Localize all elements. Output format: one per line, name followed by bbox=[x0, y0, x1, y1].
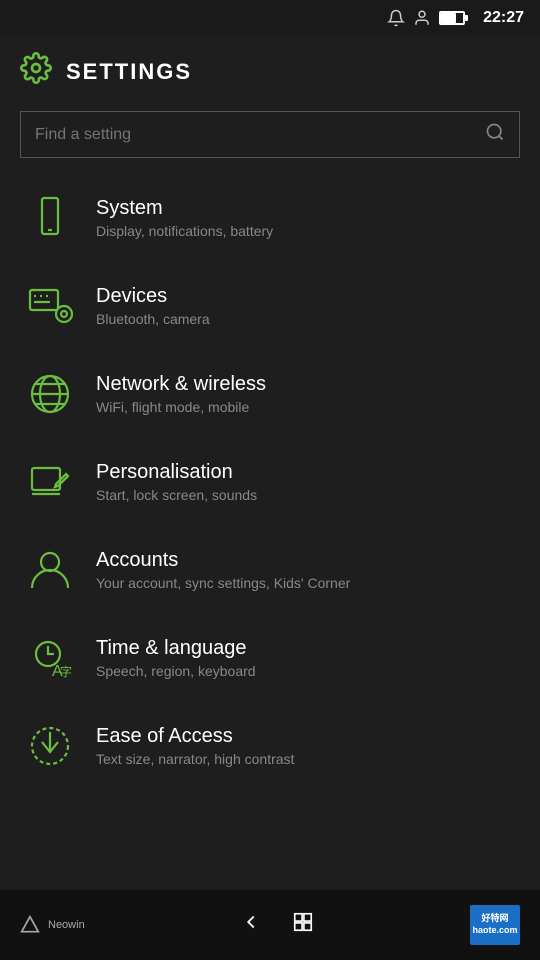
network-title: Network & wireless bbox=[96, 373, 266, 396]
ease-of-access-text: Ease of Access Text size, narrator, high… bbox=[96, 725, 294, 767]
notification-icon bbox=[387, 9, 405, 27]
search-container bbox=[0, 103, 540, 174]
ease-of-access-title: Ease of Access bbox=[96, 725, 294, 748]
settings-item-network[interactable]: Network & wireless WiFi, flight mode, mo… bbox=[0, 350, 540, 438]
accounts-title: Accounts bbox=[96, 549, 350, 572]
accounts-icon bbox=[20, 540, 80, 600]
ease-of-access-subtitle: Text size, narrator, high contrast bbox=[96, 751, 294, 767]
back-button[interactable] bbox=[240, 911, 262, 939]
battery-icon bbox=[439, 11, 465, 25]
brand-label: Neowin bbox=[48, 919, 85, 931]
page-title: SETTINGS bbox=[66, 59, 192, 85]
time-language-icon: A 字 bbox=[20, 628, 80, 688]
watermark-badge: 好特网haote.com bbox=[470, 905, 520, 945]
system-subtitle: Display, notifications, battery bbox=[96, 223, 273, 239]
settings-gear-icon bbox=[20, 52, 52, 91]
time-language-subtitle: Speech, region, keyboard bbox=[96, 663, 256, 679]
devices-icon bbox=[20, 276, 80, 336]
settings-item-devices[interactable]: Devices Bluetooth, camera bbox=[0, 262, 540, 350]
search-box[interactable] bbox=[20, 111, 520, 158]
personalisation-text: Personalisation Start, lock screen, soun… bbox=[96, 461, 257, 503]
search-icon[interactable] bbox=[485, 122, 505, 147]
personalisation-title: Personalisation bbox=[96, 461, 257, 484]
windows-button[interactable] bbox=[292, 911, 314, 939]
devices-subtitle: Bluetooth, camera bbox=[96, 311, 210, 327]
status-bar: 22:27 bbox=[0, 0, 540, 36]
network-subtitle: WiFi, flight mode, mobile bbox=[96, 399, 266, 415]
neowin-logo-icon bbox=[20, 915, 40, 935]
search-input[interactable] bbox=[35, 126, 485, 144]
system-text: System Display, notifications, battery bbox=[96, 197, 273, 239]
time-language-text: Time & language Speech, region, keyboard bbox=[96, 637, 256, 679]
network-text: Network & wireless WiFi, flight mode, mo… bbox=[96, 373, 266, 415]
settings-item-ease-of-access[interactable]: Ease of Access Text size, narrator, high… bbox=[0, 702, 540, 790]
bottom-center bbox=[240, 911, 314, 939]
settings-list: System Display, notifications, battery D… bbox=[0, 174, 540, 790]
status-icons: 22:27 bbox=[387, 9, 524, 27]
devices-text: Devices Bluetooth, camera bbox=[96, 285, 210, 327]
accounts-subtitle: Your account, sync settings, Kids' Corne… bbox=[96, 575, 350, 591]
devices-title: Devices bbox=[96, 285, 210, 308]
battery-fill bbox=[441, 13, 456, 23]
time-language-title: Time & language bbox=[96, 637, 256, 660]
svg-text:字: 字 bbox=[60, 664, 72, 679]
status-time: 22:27 bbox=[483, 9, 524, 27]
settings-item-accounts[interactable]: Accounts Your account, sync settings, Ki… bbox=[0, 526, 540, 614]
ease-of-access-icon bbox=[20, 716, 80, 776]
personalisation-icon bbox=[20, 452, 80, 512]
bottom-nav: Neowin 好特网haote.com bbox=[0, 890, 540, 960]
settings-item-personalisation[interactable]: Personalisation Start, lock screen, soun… bbox=[0, 438, 540, 526]
bottom-left: Neowin bbox=[20, 915, 85, 935]
settings-item-time-language[interactable]: A 字 Time & language Speech, region, keyb… bbox=[0, 614, 540, 702]
network-icon bbox=[20, 364, 80, 424]
system-title: System bbox=[96, 197, 273, 220]
system-icon bbox=[20, 188, 80, 248]
personalisation-subtitle: Start, lock screen, sounds bbox=[96, 487, 257, 503]
header: SETTINGS bbox=[0, 36, 540, 103]
settings-item-system[interactable]: System Display, notifications, battery bbox=[0, 174, 540, 262]
person-icon bbox=[413, 9, 431, 27]
accounts-text: Accounts Your account, sync settings, Ki… bbox=[96, 549, 350, 591]
